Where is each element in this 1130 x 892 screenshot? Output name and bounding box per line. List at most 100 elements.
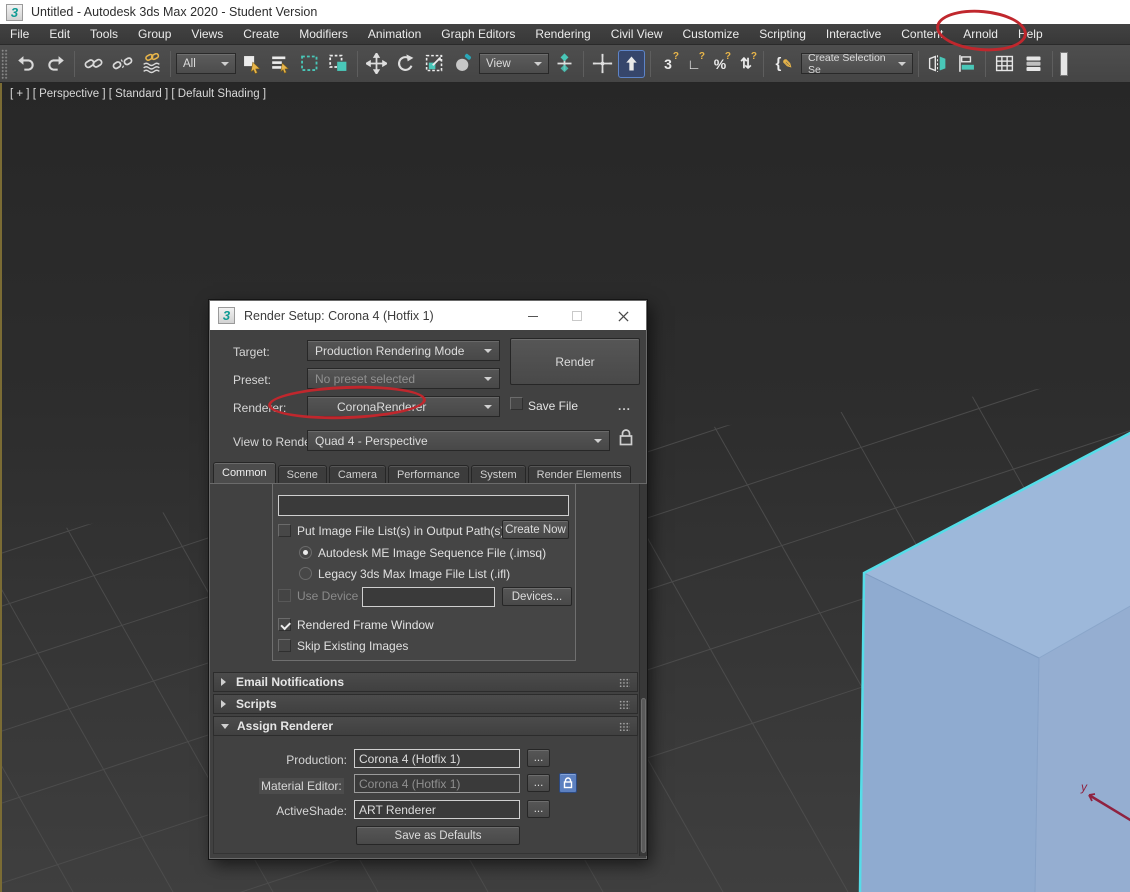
menu-file[interactable]: File	[0, 24, 39, 45]
select-and-place-icon[interactable]	[450, 50, 477, 78]
rendered-frame-window-checkbox[interactable]	[278, 618, 291, 631]
named-selection-set-dropdown[interactable]: Create Selection Se	[801, 53, 913, 74]
lock-view-icon[interactable]	[618, 428, 634, 450]
menu-tools[interactable]: Tools	[80, 24, 128, 45]
edit-named-selection-sets-icon[interactable]: { ✎	[769, 55, 799, 72]
tab-render-elements[interactable]: Render Elements	[528, 465, 631, 484]
legacy-ifl-radio[interactable]	[299, 567, 312, 580]
reference-coordinate-dropdown[interactable]: View	[479, 53, 549, 74]
menu-animation[interactable]: Animation	[358, 24, 431, 45]
select-object-icon[interactable]	[238, 50, 265, 78]
rollout-email-notifications[interactable]: Email Notifications	[213, 672, 638, 692]
tab-scene[interactable]: Scene	[278, 465, 327, 484]
menu-edit[interactable]: Edit	[39, 24, 80, 45]
rollout-assign-label: Assign Renderer	[237, 719, 333, 733]
angle-snap-toggle-icon[interactable]: ∟ ?	[682, 50, 706, 78]
file-list-name-field[interactable]	[278, 495, 569, 516]
select-and-manipulate-icon[interactable]	[589, 50, 616, 78]
menu-arnold[interactable]: Arnold	[953, 24, 1008, 45]
save-as-defaults-button[interactable]: Save as Defaults	[356, 826, 520, 845]
clipped-toolbar-icon[interactable]	[1060, 52, 1068, 76]
dialog-titlebar[interactable]: 3 Render Setup: Corona 4 (Hotfix 1)	[210, 301, 646, 330]
tab-camera[interactable]: Camera	[329, 465, 386, 484]
shortcut-override-toggle-icon[interactable]	[618, 50, 645, 78]
render-button[interactable]: Render	[510, 338, 640, 385]
percent-snap-toggle-icon[interactable]: % ?	[708, 50, 732, 78]
menu-group[interactable]: Group	[128, 24, 181, 45]
mirror-icon[interactable]	[924, 50, 951, 78]
tab-system[interactable]: System	[471, 465, 526, 484]
preset-dropdown[interactable]: No preset selected	[307, 368, 500, 389]
spinner-snap-toggle-icon[interactable]: ⇅ ?	[734, 50, 758, 78]
menu-interactive[interactable]: Interactive	[816, 24, 891, 45]
dialog-scrollbar-track[interactable]	[639, 484, 647, 856]
selection-filter-dropdown[interactable]: All	[176, 53, 236, 74]
align-icon[interactable]	[953, 50, 980, 78]
use-device-label: Use Device	[297, 589, 358, 603]
viewport-header[interactable]: [ + ] [ Perspective ] [ Standard ] [ Def…	[10, 88, 266, 100]
pencil-icon: ✎	[782, 57, 792, 71]
rectangular-selection-region-icon[interactable]	[296, 50, 323, 78]
rollout-scripts[interactable]: Scripts	[213, 694, 638, 714]
skip-existing-images-checkbox[interactable]	[278, 639, 291, 652]
redo-icon[interactable]	[42, 50, 69, 78]
put-image-file-checkbox[interactable]	[278, 524, 291, 537]
window-titlebar: 3 Untitled - Autodesk 3ds Max 2020 - Stu…	[0, 0, 1130, 24]
tab-common[interactable]: Common	[213, 462, 276, 484]
use-pivot-point-center-icon[interactable]	[551, 50, 578, 78]
select-and-scale-icon[interactable]	[421, 50, 448, 78]
close-icon[interactable]	[613, 308, 633, 324]
view-to-render-dropdown[interactable]: Quad 4 - Perspective	[307, 430, 610, 451]
renderer-dropdown[interactable]: CoronaRenderer	[307, 396, 500, 417]
autodesk-imsq-radio[interactable]	[299, 546, 312, 559]
create-now-button[interactable]: Create Now	[502, 520, 569, 539]
menu-scripting[interactable]: Scripting	[749, 24, 816, 45]
rollout-assign-renderer[interactable]: Assign Renderer	[213, 716, 638, 736]
chevron-down-icon	[898, 62, 906, 70]
select-and-move-icon[interactable]	[363, 50, 390, 78]
menu-rendering[interactable]: Rendering	[525, 24, 600, 45]
device-name-field[interactable]	[362, 587, 495, 607]
menu-help[interactable]: Help	[1008, 24, 1053, 45]
dialog-scrollbar-thumb[interactable]	[641, 698, 646, 853]
save-file-label: Save File	[528, 399, 578, 413]
maximize-icon[interactable]	[567, 308, 587, 324]
render-setup-dialog: 3 Render Setup: Corona 4 (Hotfix 1) Targ…	[209, 300, 647, 859]
create-now-label: Create Now	[505, 524, 566, 536]
select-and-rotate-icon[interactable]	[392, 50, 419, 78]
minimize-icon[interactable]	[523, 308, 543, 324]
bind-to-space-warp-icon[interactable]	[138, 50, 165, 78]
lock-to-production-toggle[interactable]	[559, 773, 577, 793]
menu-modifiers[interactable]: Modifiers	[289, 24, 358, 45]
box-object[interactable]	[860, 432, 1130, 892]
activeshade-label: ActiveShade:	[237, 804, 347, 818]
view-to-render-label: View to Render:	[233, 435, 318, 449]
menu-customize[interactable]: Customize	[673, 24, 750, 45]
save-file-browse-dots[interactable]: ...	[618, 399, 631, 413]
toolbar-drag-handle[interactable]	[1, 49, 8, 79]
menu-create[interactable]: Create	[233, 24, 289, 45]
use-device-checkbox[interactable]	[278, 589, 291, 602]
autodesk-imsq-label: Autodesk ME Image Sequence File (.imsq)	[318, 546, 546, 560]
tab-performance[interactable]: Performance	[388, 465, 469, 484]
scene-explorer-icon[interactable]	[991, 50, 1018, 78]
menu-graph-editors[interactable]: Graph Editors	[431, 24, 525, 45]
activeshade-browse-button[interactable]: ...	[527, 800, 550, 818]
undo-icon[interactable]	[13, 50, 40, 78]
window-crossing-icon[interactable]	[325, 50, 352, 78]
select-by-name-icon[interactable]	[267, 50, 294, 78]
production-browse-button[interactable]: ...	[527, 749, 550, 767]
material-editor-browse-button[interactable]: ...	[527, 774, 550, 792]
menu-views[interactable]: Views	[181, 24, 233, 45]
snaps-toggle-3d-icon[interactable]: 3 ?	[656, 50, 680, 78]
renderer-label: Renderer:	[233, 401, 286, 415]
menu-civil-view[interactable]: Civil View	[601, 24, 673, 45]
toolbar-separator	[918, 51, 919, 77]
target-dropdown[interactable]: Production Rendering Mode	[307, 340, 500, 361]
select-and-link-icon[interactable]	[80, 50, 107, 78]
unlink-selection-icon[interactable]	[109, 50, 136, 78]
devices-button[interactable]: Devices...	[502, 587, 572, 606]
layer-manager-icon[interactable]	[1020, 50, 1047, 78]
save-file-checkbox[interactable]	[510, 397, 523, 410]
menu-content[interactable]: Content	[891, 24, 953, 45]
